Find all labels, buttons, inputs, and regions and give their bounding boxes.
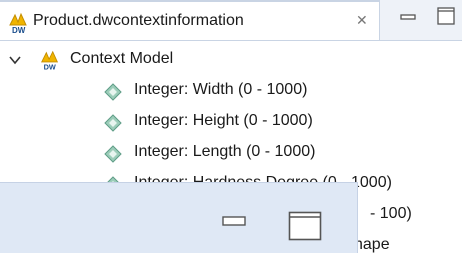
dw-model-icon: DW xyxy=(9,12,27,35)
close-icon[interactable]: ✕ xyxy=(356,12,368,29)
tree-item-label: hape xyxy=(354,236,390,253)
tree-item-label: Integer: Height (0 - 1000) xyxy=(134,112,313,129)
chevron-down-icon[interactable] xyxy=(8,54,22,66)
maximize-icon[interactable] xyxy=(288,211,322,241)
tree-item-label: Integer: Width (0 - 1000) xyxy=(134,81,308,98)
maximize-icon[interactable] xyxy=(436,6,456,26)
svg-text:DW: DW xyxy=(12,26,26,35)
tab-product-dwcontextinformation[interactable]: DW Product.dwcontextinformation ✕ xyxy=(0,0,380,40)
tree-item-label: - 100) xyxy=(370,205,412,222)
minimized-panel xyxy=(0,182,358,253)
tab-title: Product.dwcontextinformation xyxy=(33,12,244,29)
minimize-icon[interactable] xyxy=(222,215,246,227)
tree-item[interactable]: Integer: Width (0 - 1000) xyxy=(104,79,462,103)
tree-item[interactable]: - 100) xyxy=(362,203,462,227)
minimize-icon[interactable] xyxy=(400,10,416,24)
attribute-icon xyxy=(104,83,122,101)
tree-root-item[interactable]: DW Context Model xyxy=(0,48,462,72)
attribute-icon xyxy=(104,145,122,163)
tree-item[interactable]: Integer: Length (0 - 1000) xyxy=(104,141,462,165)
tree-item-label: Integer: Length (0 - 1000) xyxy=(134,143,316,160)
attribute-icon xyxy=(104,114,122,132)
tree-root-label: Context Model xyxy=(70,50,174,67)
svg-text:DW: DW xyxy=(44,62,56,71)
tree-item[interactable]: Integer: Height (0 - 1000) xyxy=(104,110,462,134)
tree-item[interactable]: hape xyxy=(352,234,462,258)
dw-model-icon: DW xyxy=(41,50,59,71)
view-tab-bar: DW Product.dwcontextinformation ✕ xyxy=(0,0,462,41)
